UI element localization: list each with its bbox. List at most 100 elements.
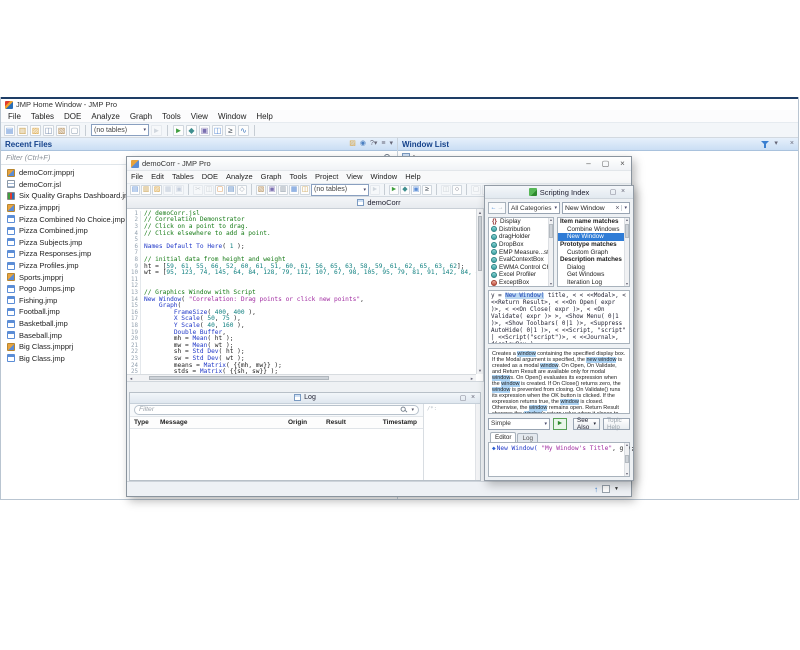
status-box-icon[interactable] [602, 485, 610, 493]
log-scrollbar[interactable] [475, 404, 480, 480]
clear-icon[interactable]: ◇ [237, 185, 247, 195]
minimize-button[interactable]: – [580, 157, 597, 170]
tab-log[interactable]: Log [517, 433, 538, 442]
journal-icon[interactable]: ▧ [56, 125, 67, 136]
help-menu-icon[interactable]: ?▾ [370, 140, 377, 148]
scrollbar-thumb[interactable] [549, 224, 553, 238]
scroll-down-icon[interactable]: ▼ [625, 472, 629, 476]
filter-funnel-icon[interactable] [761, 140, 770, 149]
si-example-editor[interactable]: ◆ New Window( "My Window's Title", g ); … [488, 442, 630, 477]
code-line[interactable]: 6Names Default To Here( 1 ); [127, 244, 476, 251]
editor-horizontal-scrollbar[interactable]: ◄ ► [127, 374, 476, 381]
home-menu-analyze[interactable]: Analyze [86, 112, 124, 121]
graph-builder-icon[interactable]: ∿ [238, 125, 249, 136]
scroll-right-icon[interactable]: ► [470, 375, 474, 381]
home-menu-file[interactable]: File [3, 112, 26, 121]
script-editor[interactable]: 1// demoCorr.jsl2// Correlation Demonstr… [127, 209, 484, 382]
history-nav-buttons[interactable]: ← → [488, 202, 506, 214]
log-column-header[interactable]: Message [160, 419, 187, 426]
si-category-item[interactable]: Excel Profiler [489, 271, 548, 279]
si-match-item[interactable]: Dialog [558, 264, 624, 272]
log-filter-input[interactable]: Filter ▾ [134, 405, 419, 415]
log-titlebar[interactable]: Log ▢ × [130, 393, 480, 404]
back-icon[interactable]: ← [491, 205, 497, 211]
paste-icon[interactable]: ▢ [215, 185, 225, 195]
log-body[interactable] [130, 429, 423, 480]
export-icon[interactable]: ◆ [186, 125, 197, 136]
view-list-icon[interactable]: ≡ [381, 140, 385, 148]
run-example-button[interactable]: ► [553, 418, 567, 430]
scroll-to-top-icon[interactable]: ↑ [594, 485, 598, 494]
close-si-icon[interactable]: × [618, 188, 628, 196]
data-table-icon[interactable]: ▤ [226, 185, 236, 195]
tables-combo[interactable]: (no tables)▾ [91, 124, 149, 136]
log-column-header[interactable]: Result [326, 419, 346, 426]
scroll-up-icon[interactable]: ▲ [477, 210, 483, 215]
si-category-item[interactable]: Distribution [489, 226, 548, 234]
si-category-item[interactable]: EvalContextBox [489, 256, 548, 264]
code-line[interactable]: 4// Click elsewhere to add a point. [127, 231, 476, 238]
si-category-item[interactable]: DropBox [489, 241, 548, 249]
search-icon[interactable]: ○ [452, 185, 462, 195]
code-line[interactable]: 11 [127, 277, 476, 284]
si-match-item[interactable]: Combine Windows [558, 226, 624, 234]
si-match-item[interactable]: Custom Graph [558, 248, 624, 256]
category-combo[interactable]: All Categories ▾ [508, 202, 560, 214]
new-script-icon[interactable]: ▥ [141, 185, 151, 195]
democorr-menu-analyze[interactable]: Analyze [222, 172, 257, 181]
save-icon[interactable]: ▦ [163, 185, 173, 195]
democorr-menu-tools[interactable]: Tools [286, 172, 312, 181]
copy-script-icon[interactable]: ◫ [441, 185, 451, 195]
scrollbar-thumb[interactable] [149, 376, 329, 380]
democorr-menu-file[interactable]: File [127, 172, 147, 181]
log-column-header[interactable]: Timestamp [383, 419, 417, 426]
si-category-item[interactable]: dragHolder [489, 233, 548, 241]
cut-icon[interactable]: ✂ [193, 185, 203, 195]
print-icon[interactable]: ▥ [278, 185, 288, 195]
layout-icon[interactable]: ▣ [199, 125, 210, 136]
preferences-icon[interactable]: ▢ [69, 125, 80, 136]
filter-options-icon[interactable]: ▾ [411, 407, 414, 413]
list-scrollbar[interactable]: ▲ ▼ [624, 218, 629, 286]
scrollbar-thumb[interactable] [478, 216, 482, 271]
layout-icon[interactable]: ▣ [267, 185, 277, 195]
close-button[interactable]: × [614, 157, 631, 170]
journal-icon[interactable]: ▧ [256, 185, 266, 195]
scroll-down-icon[interactable]: ▼ [625, 282, 629, 286]
si-category-list[interactable]: {}DisplayDistributiondragHolderDropBoxEM… [488, 217, 554, 287]
undock-si-icon[interactable]: ▢ [608, 188, 618, 196]
search-options-icon[interactable]: ▾ [621, 205, 627, 211]
democorr-menu-graph[interactable]: Graph [257, 172, 286, 181]
maximize-button[interactable]: ▢ [597, 157, 614, 170]
scripting-index-titlebar[interactable]: Scripting Index ▢ × [485, 186, 633, 199]
new-data-table-icon[interactable]: ▤ [130, 185, 140, 195]
democorr-menu-edit[interactable]: Edit [147, 172, 168, 181]
topic-help-button[interactable]: Topic Help [603, 418, 630, 430]
home-titlebar[interactable]: JMP Home Window - JMP Pro [1, 99, 798, 110]
scroll-down-icon[interactable]: ▼ [477, 368, 483, 373]
editor-vertical-scrollbar[interactable]: ▲ ▼ [476, 209, 483, 374]
scrollbar-thumb[interactable] [625, 224, 629, 238]
home-menu-window[interactable]: Window [213, 112, 251, 121]
new-window-icon[interactable]: ◫ [212, 125, 223, 136]
open-folder-icon[interactable]: ▨ [349, 140, 356, 148]
copy-icon[interactable]: ◫ [204, 185, 214, 195]
scrollbar-thumb[interactable] [625, 455, 629, 463]
democorr-menu-view[interactable]: View [342, 172, 366, 181]
run-script-icon[interactable]: ► [173, 125, 184, 136]
close-log-icon[interactable]: × [468, 394, 478, 402]
new-window-icon[interactable]: ◫ [300, 185, 310, 195]
democorr-menu-help[interactable]: Help [401, 172, 424, 181]
example-combo[interactable]: Simple ▾ [488, 418, 550, 430]
democorr-menu-window[interactable]: Window [367, 172, 402, 181]
scroll-down-icon[interactable]: ▼ [549, 282, 553, 286]
run-table-script-icon[interactable]: ► [151, 125, 162, 136]
democorr-titlebar[interactable]: demoCorr - JMP Pro – ▢ × [127, 157, 631, 171]
open-file-icon[interactable]: ▨ [30, 125, 41, 136]
save-all-icon[interactable]: ▣ [174, 185, 184, 195]
si-match-item[interactable]: New Window [558, 233, 624, 241]
user-icon[interactable]: ◉ [360, 140, 366, 148]
tab-editor[interactable]: Editor [490, 432, 516, 442]
log-column-header[interactable]: Type [134, 419, 149, 426]
code-area[interactable]: 1// demoCorr.jsl2// Correlation Demonstr… [127, 209, 476, 374]
